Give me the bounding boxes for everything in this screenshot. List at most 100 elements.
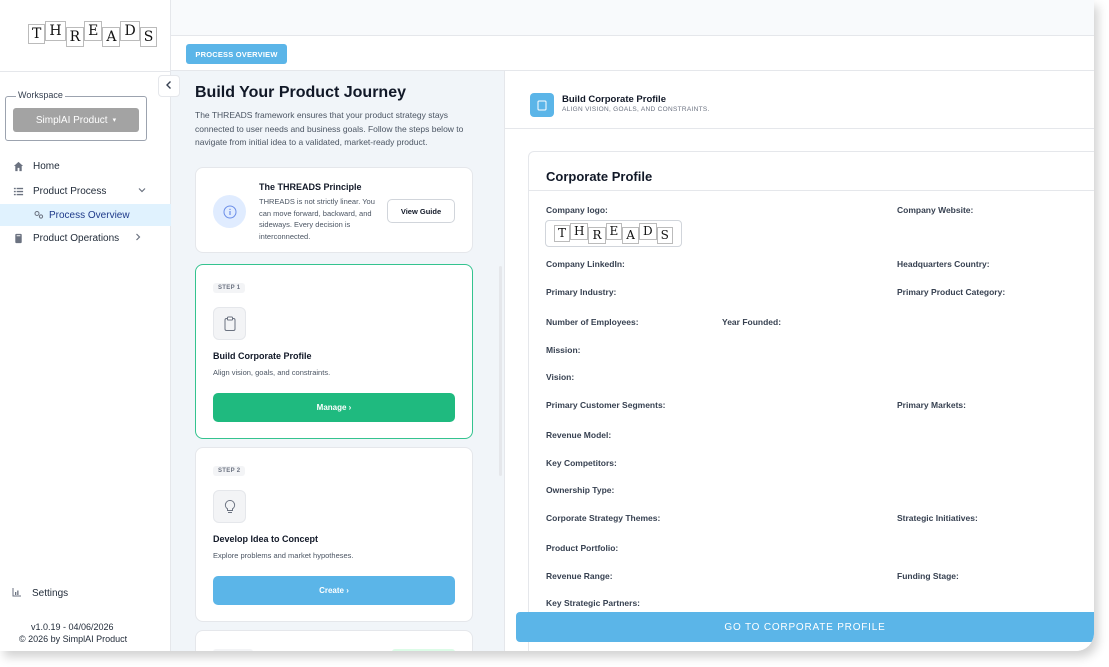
field-company-logo: Company logo: — [546, 205, 608, 215]
field-revenue-range: Revenue Range: — [546, 571, 613, 581]
field-primary-markets: Primary Markets: — [897, 400, 966, 410]
logo-letter: D — [638, 223, 657, 240]
panel-subtitle: ALIGN VISION, GOALS, AND CONSTRAINTS. — [562, 106, 710, 113]
step-card — [195, 630, 473, 651]
threads-logo[interactable]: T H R E A D S — [28, 21, 158, 47]
chevron-right-icon — [133, 232, 143, 245]
sidebar-item-label: Home — [33, 160, 60, 172]
caret-down-icon: ▾ — [112, 117, 117, 124]
collapse-sidebar-button[interactable] — [158, 75, 180, 97]
logo-letter: S — [656, 227, 673, 244]
field-funding-stage: Funding Stage: — [897, 571, 959, 581]
field-primary-product-category: Primary Product Category: — [897, 287, 1006, 297]
home-icon — [13, 161, 24, 172]
view-guide-button[interactable]: View Guide — [387, 199, 455, 223]
sidebar-item-home[interactable]: Home — [0, 155, 171, 177]
app-window: T H R E A D S Workspace SimplAI Product … — [0, 0, 1094, 651]
field-ownership-type: Ownership Type: — [546, 485, 615, 495]
corporate-profile-card: Corporate Profile Company logo: Company … — [528, 151, 1094, 651]
info-icon — [213, 195, 246, 228]
field-key-competitors: Key Competitors: — [546, 458, 617, 468]
step-badge: STEP 1 — [213, 283, 246, 293]
chevron-down-icon — [137, 185, 147, 198]
logo-letter: R — [588, 227, 606, 244]
sidebar-item-product-operations[interactable]: Product Operations — [0, 227, 171, 249]
status-badge — [392, 649, 455, 651]
panel-title: Build Corporate Profile — [562, 94, 666, 105]
field-strategy-themes: Corporate Strategy Themes: — [546, 513, 661, 523]
field-hq-country: Headquarters Country: — [897, 259, 990, 269]
step-card: STEP 2 Develop Idea to Concept Explore p… — [195, 447, 473, 622]
sidebar-item-label: Product Operations — [33, 232, 120, 244]
logo-letter: T — [28, 24, 46, 44]
field-company-linkedin: Company LinkedIn: — [546, 259, 625, 269]
chart-icon — [12, 587, 22, 600]
field-number-of-employees: Number of Employees: — [546, 317, 639, 327]
step-description: Align vision, goals, and constraints. — [213, 368, 331, 377]
profile-panel: Build Corporate Profile ALIGN VISION, GO… — [504, 71, 1094, 651]
logo-letter: H — [45, 21, 66, 41]
step-title: Build Corporate Profile — [213, 351, 312, 361]
create-button[interactable]: Create › — [213, 576, 455, 605]
scrollbar[interactable] — [499, 266, 502, 476]
logo-letter: H — [570, 223, 589, 240]
step-badge: STEP 2 — [213, 466, 246, 476]
field-product-portfolio: Product Portfolio: — [546, 543, 619, 553]
field-revenue-model: Revenue Model: — [546, 430, 612, 440]
tab-bar — [171, 36, 1094, 71]
list-icon — [13, 186, 24, 197]
copyright-text: © 2026 by SimplAI Product — [19, 634, 128, 644]
page-title: Build Your Product Journey — [195, 84, 406, 101]
book-icon — [13, 233, 24, 244]
lightbulb-icon — [213, 490, 246, 523]
step-description: Explore problems and market hypotheses. — [213, 551, 354, 560]
step-title: Develop Idea to Concept — [213, 534, 319, 544]
field-year-founded: Year Founded: — [722, 317, 782, 327]
logo-letter: A — [622, 227, 639, 244]
workspace-value: SimplAI Product — [35, 114, 108, 126]
divider — [529, 190, 1094, 191]
field-mission: Mission: — [546, 345, 581, 355]
settings-label: Settings — [32, 588, 69, 599]
journey-panel: Build Your Product Journey The THREADS f… — [171, 71, 504, 651]
company-logo-image: T H R E A D S — [545, 220, 682, 247]
go-to-corporate-profile-button[interactable]: GO TO CORPORATE PROFILE — [516, 612, 1094, 642]
divider — [505, 128, 1094, 129]
process-icon — [33, 210, 44, 221]
sidebar-item-label: Product Process — [33, 185, 107, 197]
tab-process-overview[interactable]: PROCESS OVERVIEW — [186, 44, 287, 64]
field-company-website: Company Website: — [897, 205, 974, 215]
logo-letter: E — [605, 223, 623, 240]
field-vision: Vision: — [546, 372, 575, 382]
field-primary-industry: Primary Industry: — [546, 287, 617, 297]
card-title: Corporate Profile — [546, 169, 653, 184]
sidebar-item-process-overview[interactable]: Process Overview — [0, 204, 171, 226]
step-badge — [213, 649, 253, 651]
divider — [0, 71, 171, 72]
logo-letter: A — [102, 27, 121, 47]
sidebar: T H R E A D S Workspace SimplAI Product … — [0, 0, 171, 651]
top-bar — [171, 0, 1094, 36]
field-customer-segments: Primary Customer Segments: — [546, 400, 666, 410]
principle-title: The THREADS Principle — [259, 182, 362, 192]
chevron-left-icon — [164, 77, 174, 95]
field-strategic-initiatives: Strategic Initiatives: — [897, 513, 978, 523]
settings-link[interactable]: Settings — [12, 587, 68, 600]
logo-letter: S — [139, 27, 158, 47]
clipboard-icon — [530, 93, 554, 117]
principle-card: The THREADS Principle THREADS is not str… — [195, 167, 473, 253]
logo-letter: E — [84, 21, 103, 41]
logo-letter: T — [554, 225, 571, 242]
page-description: The THREADS framework ensures that your … — [195, 110, 464, 147]
version-text: v1.0.19 - 04/06/2026 — [31, 622, 114, 632]
clipboard-icon — [213, 307, 246, 340]
logo-letter: R — [65, 27, 85, 47]
sidebar-item-product-process[interactable]: Product Process — [0, 180, 171, 202]
principle-text: THREADS is not strictly linear. You can … — [259, 197, 375, 241]
field-strategic-partners: Key Strategic Partners: — [546, 598, 641, 608]
manage-button[interactable]: Manage › — [213, 393, 455, 422]
sidebar-item-label: Process Overview — [49, 209, 130, 221]
workspace-label: Workspace — [16, 90, 65, 100]
workspace-select[interactable]: SimplAI Product ▾ — [13, 108, 139, 132]
step-card: STEP 1 Build Corporate Profile Align vis… — [195, 264, 473, 439]
